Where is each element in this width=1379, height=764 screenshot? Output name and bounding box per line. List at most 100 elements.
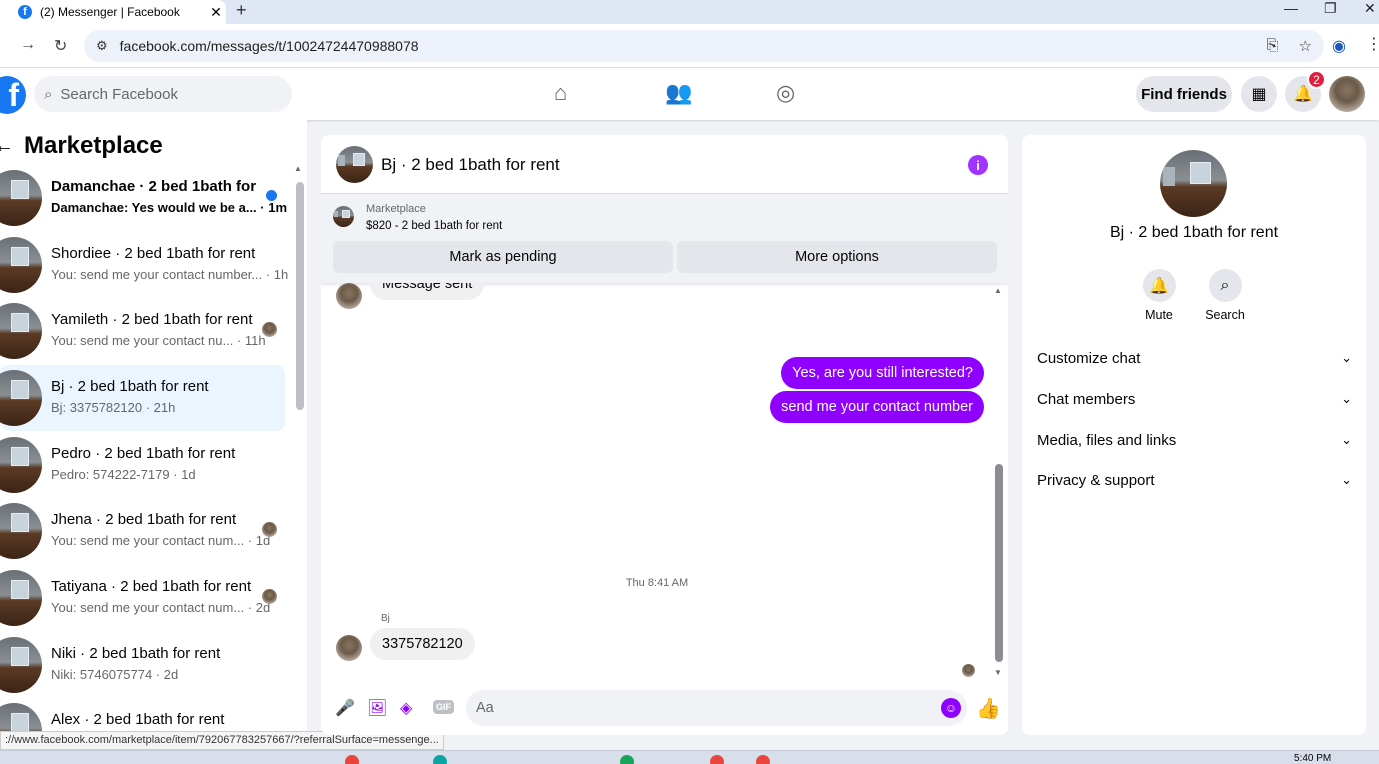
scroll-up-icon[interactable]: ▲: [994, 286, 1002, 295]
search-label: Search: [1205, 308, 1245, 322]
conversation-preview: Damanchae: Yes would we be a... · 1m: [51, 200, 288, 215]
conversation-item[interactable]: Pedro · 2 bed 1bath for rent Pedro: 5742…: [0, 432, 285, 498]
message-thread: Message sent Yes, are you still interest…: [321, 283, 1008, 681]
mute-label: Mute: [1145, 308, 1173, 322]
forward-icon[interactable]: →: [20, 36, 36, 54]
chat-panel: Bj · 2 bed 1bath for rent i Marketplace …: [321, 135, 1008, 735]
back-arrow-icon[interactable]: ←: [0, 135, 14, 158]
home-icon[interactable]: ⌂: [554, 80, 567, 106]
unread-dot: [266, 190, 277, 201]
mute-button[interactable]: 🔔 Mute: [1129, 269, 1189, 322]
conversation-title: Bj · 2 bed 1bath for rent: [1109, 224, 1279, 241]
conversation-name: Damanchae · 2 bed 1bath for r...: [51, 178, 261, 195]
message-composer: 🎤 🖼 ◈ GIF Aa ☺ 👍: [321, 690, 1008, 726]
conversation-list-panel: ← Marketplace ▲ Damanchae · 2 bed 1bath …: [0, 120, 307, 759]
browser-tab[interactable]: f (2) Messenger | Facebook ✕: [0, 0, 226, 24]
app-icon[interactable]: [433, 755, 447, 764]
address-bar-row: → ↻ ⚙ facebook.com/messages/t/1002472447…: [0, 24, 1379, 68]
microphone-icon[interactable]: 🎤: [335, 698, 355, 718]
app-icon[interactable]: [345, 755, 359, 764]
install-app-icon[interactable]: ⎘: [1267, 37, 1279, 55]
chat-scrollbar-thumb[interactable]: [995, 464, 1003, 662]
site-settings-icon[interactable]: ⚙: [96, 38, 108, 54]
conversation-item-active[interactable]: Bj · 2 bed 1bath for rent Bj: 3375782120…: [0, 365, 285, 431]
customize-chat-row[interactable]: Customize chat ⌄: [1037, 343, 1352, 373]
listing-thumbnail: [0, 170, 42, 226]
account-avatar[interactable]: [1329, 76, 1365, 112]
message-input[interactable]: Aa: [466, 690, 967, 726]
more-options-button[interactable]: More options: [677, 241, 997, 273]
panel-header: ← Marketplace: [0, 132, 163, 160]
privacy-support-row[interactable]: Privacy & support ⌄: [1037, 465, 1352, 495]
search-icon: ⌕: [44, 85, 53, 103]
chrome-menu-icon[interactable]: ⋮: [1366, 34, 1379, 54]
omnibox[interactable]: ⚙ facebook.com/messages/t/10024724470988…: [84, 30, 1324, 62]
reload-icon[interactable]: ↻: [54, 36, 67, 56]
conversation-name: Tatiyana · 2 bed 1bath for rent: [51, 578, 252, 595]
conversation-name: Pedro · 2 bed 1bath for rent: [51, 445, 236, 462]
thumbs-up-icon[interactable]: 👍: [976, 696, 1001, 721]
tab-title: (2) Messenger | Facebook: [40, 5, 180, 19]
bookmark-star-icon[interactable]: ☆: [1299, 37, 1312, 55]
close-window-icon[interactable]: ✕: [1364, 0, 1376, 17]
conversation-item[interactable]: Yamileth · 2 bed 1bath for rent You: sen…: [0, 298, 285, 364]
chevron-down-icon: ⌄: [1341, 350, 1352, 365]
chevron-down-icon: ⌄: [1341, 391, 1352, 406]
conversation-item[interactable]: Jhena · 2 bed 1bath for rent You: send m…: [0, 498, 285, 564]
facebook-search-input[interactable]: ⌕ Search Facebook: [34, 76, 292, 112]
listing-thumbnail: [0, 503, 42, 559]
sender-avatar: [336, 635, 362, 661]
conversation-item[interactable]: Shordiee · 2 bed 1bath for rent You: sen…: [0, 232, 288, 298]
chat-members-row[interactable]: Chat members ⌄: [1037, 384, 1352, 414]
seen-avatar: [262, 589, 277, 604]
mark-as-pending-button[interactable]: Mark as pending: [333, 241, 673, 273]
info-icon[interactable]: i: [968, 155, 988, 175]
new-tab-button[interactable]: +: [236, 0, 247, 21]
incoming-message: Message sent: [370, 283, 485, 300]
scrollbar-thumb[interactable]: [296, 182, 304, 410]
find-friends-button[interactable]: Find friends: [1136, 76, 1232, 112]
chrome-icon[interactable]: [756, 755, 770, 764]
conversation-item[interactable]: Damanchae · 2 bed 1bath for r... Damanch…: [0, 165, 288, 231]
conversation-name: Shordiee · 2 bed 1bath for rent: [51, 245, 256, 262]
conversation-name: Niki · 2 bed 1bath for rent: [51, 645, 221, 662]
facebook-logo-icon[interactable]: f: [0, 76, 26, 114]
row-label: Media, files and links: [1037, 431, 1177, 449]
chat-title[interactable]: Bj · 2 bed 1bath for rent: [381, 155, 560, 175]
listing-thumbnail: [0, 570, 42, 626]
read-receipt-avatar: [962, 664, 975, 677]
app-icon[interactable]: [620, 755, 634, 764]
marketplace-banner: Marketplace $820 - 2 bed 1bath for rent …: [321, 194, 1008, 283]
chrome-profile-icon[interactable]: ◉: [1332, 36, 1346, 56]
conversation-preview: You: send me your contact nu... · 11h: [51, 333, 266, 348]
chat-thumbnail[interactable]: [336, 146, 373, 183]
scroll-up-icon[interactable]: ▲: [294, 164, 302, 173]
windows-taskbar: 5:40 PM: [0, 750, 1379, 764]
tab-close-icon[interactable]: ✕: [206, 4, 226, 21]
chrome-icon[interactable]: [710, 755, 724, 764]
scroll-down-icon[interactable]: ▼: [994, 668, 1002, 677]
media-files-links-row[interactable]: Media, files and links ⌄: [1037, 425, 1352, 455]
listing-thumbnail: [0, 437, 42, 493]
menu-grid-icon[interactable]: ▦: [1241, 76, 1277, 112]
conversation-name: Yamileth · 2 bed 1bath for rent: [51, 311, 253, 328]
emoji-icon[interactable]: ☺: [941, 698, 961, 718]
groups-icon[interactable]: ◎: [776, 80, 795, 106]
conversation-item[interactable]: Tatiyana · 2 bed 1bath for rent You: sen…: [0, 565, 285, 631]
gif-icon[interactable]: GIF: [433, 700, 454, 714]
photo-icon[interactable]: 🖼: [367, 698, 387, 718]
browser-tab-bar: f (2) Messenger | Facebook ✕ + — ❐ ✕: [0, 0, 1379, 24]
listing-thumbnail: [333, 206, 354, 227]
friends-icon[interactable]: 👥: [665, 80, 692, 106]
outgoing-message: Yes, are you still interested?: [781, 357, 984, 389]
facebook-header: f ⌕ Search Facebook ⌂ 👥 ◎ Find friends ▦…: [0, 68, 1379, 120]
minimize-icon[interactable]: —: [1284, 0, 1298, 16]
conversation-item[interactable]: Niki · 2 bed 1bath for rent Niki: 574607…: [0, 632, 285, 698]
sticker-icon[interactable]: ◈: [400, 698, 412, 718]
listing-thumbnail: [0, 637, 42, 693]
restore-icon[interactable]: ❐: [1324, 0, 1337, 17]
facebook-favicon-icon: f: [18, 5, 32, 19]
sender-name: Bj: [381, 613, 390, 624]
search-in-chat-button[interactable]: ⌕ Search: [1195, 269, 1255, 322]
listing-price-title[interactable]: $820 - 2 bed 1bath for rent: [366, 220, 502, 232]
